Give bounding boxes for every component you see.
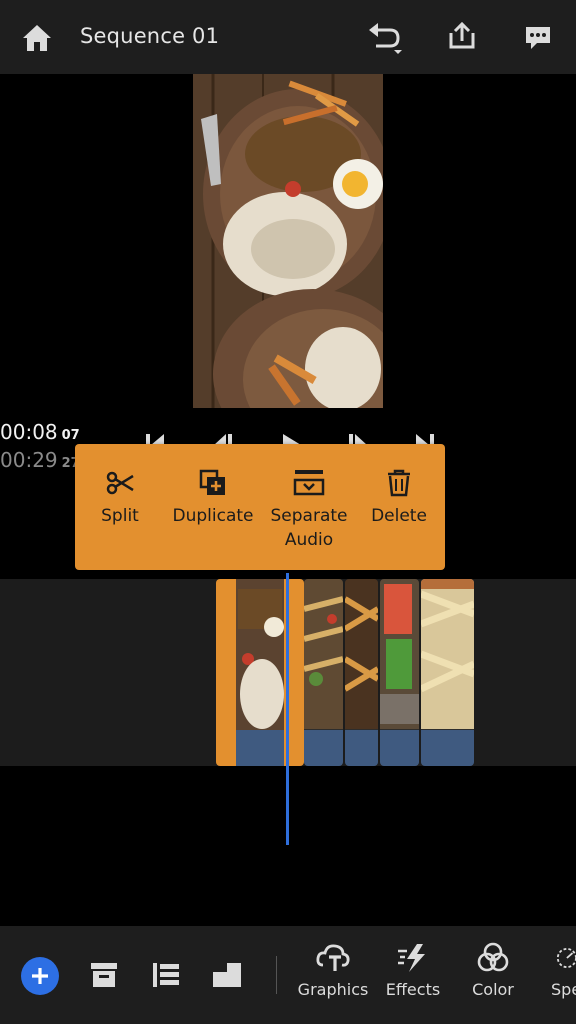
split-label: Split [101,506,139,526]
export-icon[interactable] [446,20,478,52]
duplicate-label: Duplicate [172,506,254,526]
effects-tool[interactable]: Effects [373,936,453,999]
audio-waveform [380,730,419,766]
split-button[interactable]: Split [75,444,165,570]
delete-label: Delete [371,506,427,526]
graphics-label: Graphics [297,980,369,999]
effects-icon [373,936,453,980]
scissors-icon [75,444,165,504]
graphics-icon [293,936,373,980]
add-media-button[interactable] [21,957,59,995]
playhead[interactable] [286,573,289,845]
timeline-clip-selected[interactable] [216,579,304,766]
total-timecode: 00:29 27 [0,448,80,472]
separate-audio-icon [265,444,353,504]
color-label: Color [472,980,514,999]
duplicate-icon [167,444,259,504]
timeline-clip[interactable] [380,579,419,766]
undo-icon[interactable] [366,22,404,56]
toolbar-divider [276,956,277,994]
separate-label-line2: Audio [284,530,334,550]
separate-label-line1: Separate [270,506,348,526]
timeline-clip[interactable] [345,579,378,766]
delete-button[interactable]: Delete [357,444,441,570]
timeline-clip[interactable] [421,579,474,766]
top-bar: Sequence 01 [0,0,576,74]
audio-waveform [304,730,343,766]
current-timecode: 00:08 07 [0,420,80,444]
home-icon[interactable] [20,22,54,54]
speed-label: Spe [551,980,576,999]
tracks-icon[interactable] [150,960,182,990]
feedback-icon[interactable] [522,22,554,54]
color-icon [453,936,533,980]
speed-tool[interactable]: Spe [533,936,576,999]
audio-waveform [236,730,284,766]
duplicate-button[interactable]: Duplicate [167,444,259,570]
aspect-ratio-icon[interactable] [210,960,244,990]
current-time: 00:08 [0,420,58,444]
current-frame: 07 [61,428,80,443]
sequence-title: Sequence 01 [80,24,220,48]
video-preview[interactable] [193,74,383,408]
timeline-clip[interactable] [304,579,343,766]
graphics-tool[interactable]: Graphics [293,936,373,999]
separate-audio-button[interactable]: Separate Audio [265,444,353,570]
plus-icon [32,968,48,984]
project-bin-icon[interactable] [88,960,120,990]
audio-waveform [421,730,474,766]
speed-icon [533,936,576,980]
clip-context-menu: Split Duplicate Separate Audio Delete [75,444,445,570]
color-tool[interactable]: Color [453,936,533,999]
audio-waveform [345,730,378,766]
effects-label: Effects [385,980,441,999]
total-time: 00:29 [0,448,58,472]
trash-icon [357,444,441,504]
